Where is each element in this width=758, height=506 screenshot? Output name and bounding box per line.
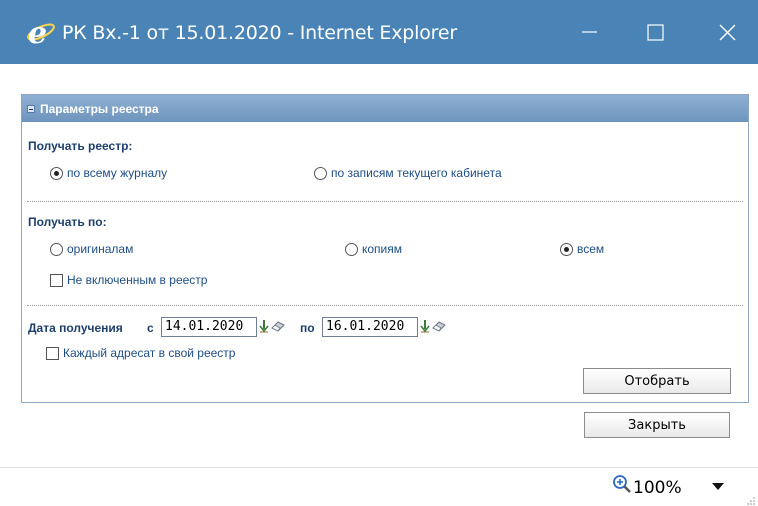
date-from-input[interactable]: 14.01.2020 (161, 317, 257, 337)
divider (27, 201, 743, 202)
browser-window: e РК Вх.-1 от 15.01.2020 - Internet Expl… (0, 0, 758, 506)
minimize-icon[interactable] (570, 14, 610, 50)
radio-label: копиям (362, 242, 403, 256)
maximize-icon[interactable] (636, 14, 676, 50)
date-label: Дата получения (28, 321, 123, 335)
close-icon[interactable] (708, 14, 748, 50)
calendar-down-icon[interactable] (420, 319, 430, 333)
status-bar: 100% (0, 467, 758, 506)
checkbox[interactable] (46, 346, 59, 360)
chevron-down-icon[interactable] (712, 483, 724, 491)
zoom-in-icon[interactable] (612, 474, 632, 494)
eraser-icon[interactable] (432, 320, 446, 332)
radio-originals[interactable]: оригиналам (50, 242, 133, 256)
radio-label: по записям текущего кабинета (331, 166, 502, 180)
get-registry-label: Получать реестр: (28, 139, 133, 153)
checkbox-each-addressee[interactable]: Каждый адресат в свой реестр (46, 346, 235, 360)
radio-current-cabinet[interactable]: по записям текущего кабинета (314, 166, 502, 180)
checkbox-label: Каждый адресат в свой реестр (63, 346, 236, 360)
registry-parameters-panel: Параметры реестра Получать реестр: по вс… (21, 94, 749, 403)
date-from-label: с (147, 321, 154, 335)
select-button[interactable]: Отобрать (583, 368, 731, 394)
divider (27, 305, 743, 306)
resize-grip-icon[interactable] (744, 494, 756, 506)
window-title: РК Вх.-1 от 15.01.2020 - Internet Explor… (62, 22, 457, 44)
radio-button-checked[interactable] (560, 242, 573, 256)
title-bar: e РК Вх.-1 от 15.01.2020 - Internet Expl… (0, 0, 758, 64)
panel-title: Параметры реестра (40, 102, 159, 116)
radio-button[interactable] (345, 242, 358, 256)
collapse-icon[interactable] (27, 105, 35, 113)
radio-whole-journal[interactable]: по всему журналу (50, 166, 167, 180)
date-to-label: по (300, 321, 315, 335)
checkbox-not-included[interactable]: Не включенным в реестр (50, 273, 207, 287)
radio-label: оригиналам (67, 242, 134, 256)
radio-copies[interactable]: копиям (345, 242, 402, 256)
radio-label: по всему журналу (67, 166, 168, 180)
radio-button[interactable] (50, 242, 63, 256)
calendar-down-icon[interactable] (259, 319, 269, 333)
radio-all[interactable]: всем (560, 242, 604, 256)
radio-button[interactable] (314, 166, 327, 180)
checkbox-label: Не включенным в реестр (67, 273, 208, 287)
get-by-label: Получать по: (28, 215, 107, 229)
eraser-icon[interactable] (271, 320, 285, 332)
panel-header[interactable]: Параметры реестра (22, 95, 748, 122)
zoom-level[interactable]: 100% (633, 478, 682, 498)
ie-logo-icon: e (27, 16, 55, 48)
checkbox[interactable] (50, 273, 63, 287)
radio-button-checked[interactable] (50, 166, 63, 180)
radio-label: всем (577, 242, 605, 256)
close-button[interactable]: Закрыть (584, 412, 730, 438)
svg-text:e: e (28, 16, 47, 48)
date-to-input[interactable]: 16.01.2020 (322, 317, 418, 337)
